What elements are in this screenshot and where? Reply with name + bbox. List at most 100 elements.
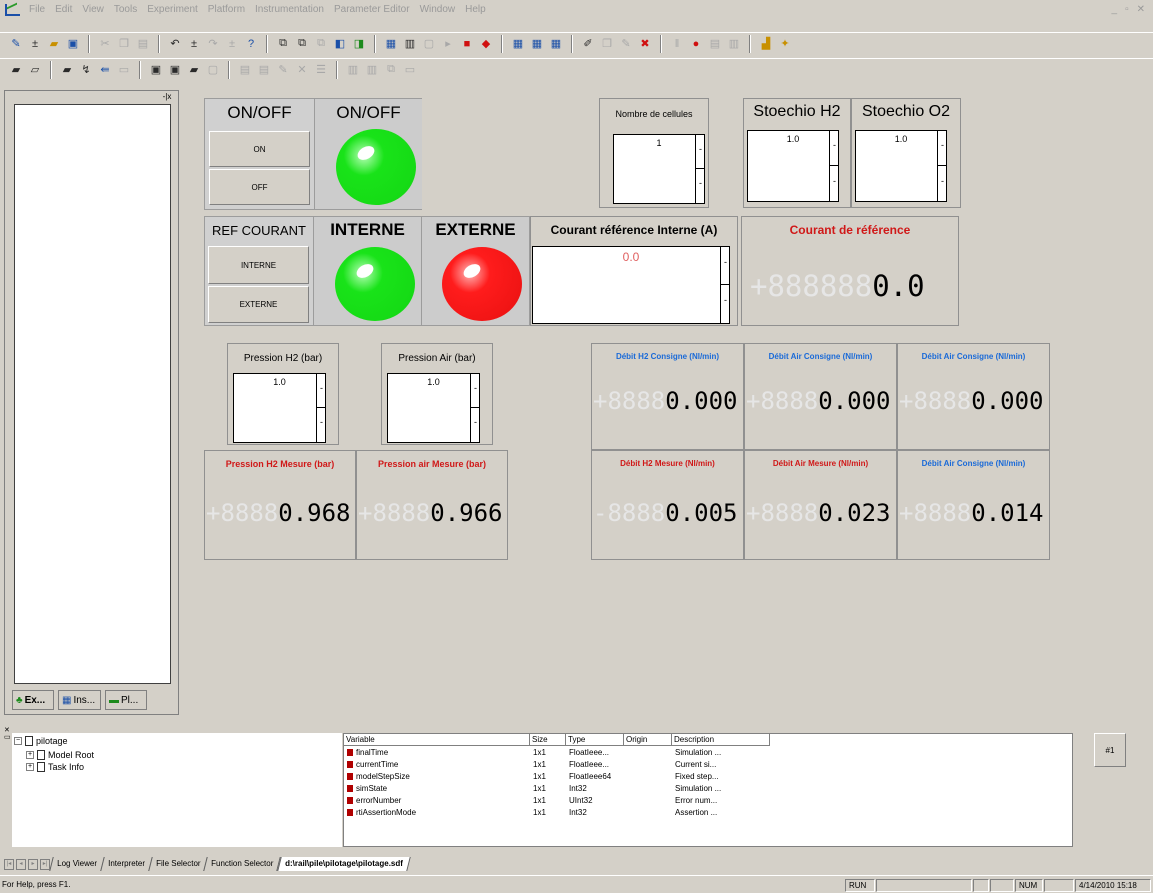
export-icon[interactable]: ▭ <box>402 62 418 78</box>
tree-item-model-root[interactable]: + Model Root <box>26 750 94 760</box>
param-table-icon[interactable]: ▤ <box>256 62 272 78</box>
new-experiment-icon[interactable]: ✎ <box>8 36 24 52</box>
connect-icon[interactable]: ↯ <box>78 62 94 78</box>
edit-disabled-icon[interactable]: ✎ <box>618 36 634 52</box>
column-description[interactable]: Description <box>672 734 770 746</box>
pression-air-stepper[interactable] <box>470 373 480 443</box>
pression-air-input[interactable]: 1.0 <box>387 373 480 443</box>
data-set-icon[interactable]: ▣ <box>148 62 164 78</box>
stoechio-o2-stepper[interactable] <box>937 130 947 202</box>
edit-mode-icon[interactable]: ▥ <box>402 36 418 52</box>
cut-icon[interactable]: ✂ <box>97 36 113 52</box>
minimize-icon[interactable]: _ <box>1112 4 1118 15</box>
merge-icon[interactable]: ⧉ <box>383 62 399 78</box>
restore-icon[interactable]: ▫ <box>1125 4 1129 15</box>
plot-icon[interactable]: ◨ <box>351 36 367 52</box>
pression-h2-input[interactable]: 1.0 <box>233 373 326 443</box>
externe-button[interactable]: EXTERNE <box>208 286 309 323</box>
nombre-cellules-stepper[interactable] <box>695 134 705 204</box>
pane-close-icon[interactable]: -|x <box>158 92 176 101</box>
off-button[interactable]: OFF <box>209 169 310 205</box>
close-icon[interactable]: ✕ <box>1137 4 1145 15</box>
table-row[interactable]: currentTime 1x1 FloatIeee... Current si.… <box>344 759 1072 770</box>
upload-icon[interactable]: ▭ <box>116 62 132 78</box>
data-set-save-icon[interactable]: ▣ <box>167 62 183 78</box>
tab-platform[interactable]: ▬ Pl... <box>105 690 147 710</box>
save-icon[interactable]: ▣ <box>65 36 81 52</box>
column-size[interactable]: Size <box>530 734 566 746</box>
grid-icon[interactable]: ▦ <box>510 36 526 52</box>
stop-icon[interactable]: ■ <box>459 36 475 52</box>
capture-icon[interactable]: ● <box>688 36 704 52</box>
variable-table-selector-button[interactable]: #1 <box>1094 733 1126 767</box>
record-icon[interactable]: ◆ <box>478 36 494 52</box>
last-tab-icon[interactable]: ▸| <box>40 858 50 870</box>
tab-instrument-selector[interactable]: ▦ Ins... <box>58 690 101 710</box>
redo-disabled-icon[interactable]: ↷ <box>205 36 221 52</box>
collapse-icon[interactable]: − <box>14 737 22 745</box>
column-origin[interactable]: Origin <box>624 734 672 746</box>
grid-alt-icon[interactable]: ▦ <box>529 36 545 52</box>
menu-tools[interactable]: Tools <box>109 4 142 15</box>
tree-root[interactable]: − pilotage <box>14 736 68 746</box>
menu-edit[interactable]: Edit <box>50 4 77 15</box>
on-button[interactable]: ON <box>209 131 310 167</box>
expand-icon[interactable]: + <box>26 763 34 771</box>
new-icon[interactable]: ± <box>27 36 43 52</box>
tab-function-selector[interactable]: Function Selector <box>203 857 282 871</box>
capture-settings-icon[interactable]: ▤ <box>707 36 723 52</box>
close-layout-icon[interactable]: ▱ <box>27 62 43 78</box>
copy-icon[interactable]: ❐ <box>116 36 132 52</box>
data-set-open-icon[interactable]: ▰ <box>186 62 202 78</box>
param-edit-icon[interactable]: ✎ <box>275 62 291 78</box>
column-variable[interactable]: Variable <box>344 734 530 746</box>
stoechio-o2-input[interactable]: 1.0 <box>855 130 947 202</box>
courant-interne-stepper[interactable] <box>720 246 730 324</box>
tab-pilotage-sdf[interactable]: d:\rail\pile\pilotage\pilotage.sdf <box>276 857 411 871</box>
param-delete-icon[interactable]: ✕ <box>294 62 310 78</box>
undo-icon[interactable]: ↶ <box>167 36 183 52</box>
table-row[interactable]: modelStepSize 1x1 FloatIeee64 Fixed step… <box>344 771 1072 782</box>
delete-instrument-icon[interactable]: ✖ <box>637 36 653 52</box>
nombre-cellules-input[interactable]: 1 <box>613 134 705 204</box>
first-tab-icon[interactable]: |◂ <box>4 858 14 870</box>
grid-table-icon[interactable]: ▦ <box>548 36 564 52</box>
next-tab-icon[interactable]: ▸ <box>28 858 38 870</box>
prev-tab-icon[interactable]: ◂ <box>16 858 26 870</box>
open-layout-icon[interactable]: ▰ <box>8 62 24 78</box>
open-icon[interactable]: ▰ <box>46 36 62 52</box>
step-icon[interactable]: ± <box>224 36 240 52</box>
layout-disabled-icon[interactable]: ⧉ <box>313 36 329 52</box>
table-row[interactable]: errorNumber 1x1 UInt32 Error num... <box>344 795 1072 806</box>
redo-icon[interactable]: ± <box>186 36 202 52</box>
expand-icon[interactable]: + <box>26 751 34 759</box>
menu-platform[interactable]: Platform <box>203 4 250 15</box>
courant-interne-input[interactable]: 0.0 <box>532 246 730 324</box>
menu-help[interactable]: Help <box>460 4 491 15</box>
compare-alt-icon[interactable]: ▥ <box>364 62 380 78</box>
layout-align-icon[interactable]: ⧉ <box>294 36 310 52</box>
menu-view[interactable]: View <box>77 4 109 15</box>
table-row[interactable]: rtiAssertionMode 1x1 Int32 Assertion ... <box>344 807 1072 818</box>
wizard-icon[interactable]: ✦ <box>777 36 793 52</box>
stoechio-h2-stepper[interactable] <box>829 130 839 202</box>
menu-window[interactable]: Window <box>415 4 461 15</box>
help-icon[interactable]: ? <box>243 36 259 52</box>
pression-h2-stepper[interactable] <box>316 373 326 443</box>
menu-instrumentation[interactable]: Instrumentation <box>250 4 329 15</box>
layout-icon[interactable]: ⧉ <box>275 36 291 52</box>
tree-item-task-info[interactable]: + Task Info <box>26 762 84 772</box>
paste-icon[interactable]: ▤ <box>135 36 151 52</box>
data-set-close-icon[interactable]: ▢ <box>205 62 221 78</box>
download-icon[interactable]: ⇚ <box>97 62 113 78</box>
tab-log-viewer[interactable]: Log Viewer <box>49 857 105 871</box>
animation-icon[interactable]: ▦ <box>383 36 399 52</box>
stoechio-h2-input[interactable]: 1.0 <box>747 130 839 202</box>
menu-experiment[interactable]: Experiment <box>142 4 203 15</box>
copy-instrument-icon[interactable]: ❐ <box>599 36 615 52</box>
table-row[interactable]: simState 1x1 Int32 Simulation ... <box>344 783 1072 794</box>
interne-button[interactable]: INTERNE <box>208 246 309 284</box>
test-mode-icon[interactable]: ▢ <box>421 36 437 52</box>
table-row[interactable]: finalTime 1x1 FloatIeee... Simulation ..… <box>344 747 1072 758</box>
capture-view-icon[interactable]: ▥ <box>726 36 742 52</box>
